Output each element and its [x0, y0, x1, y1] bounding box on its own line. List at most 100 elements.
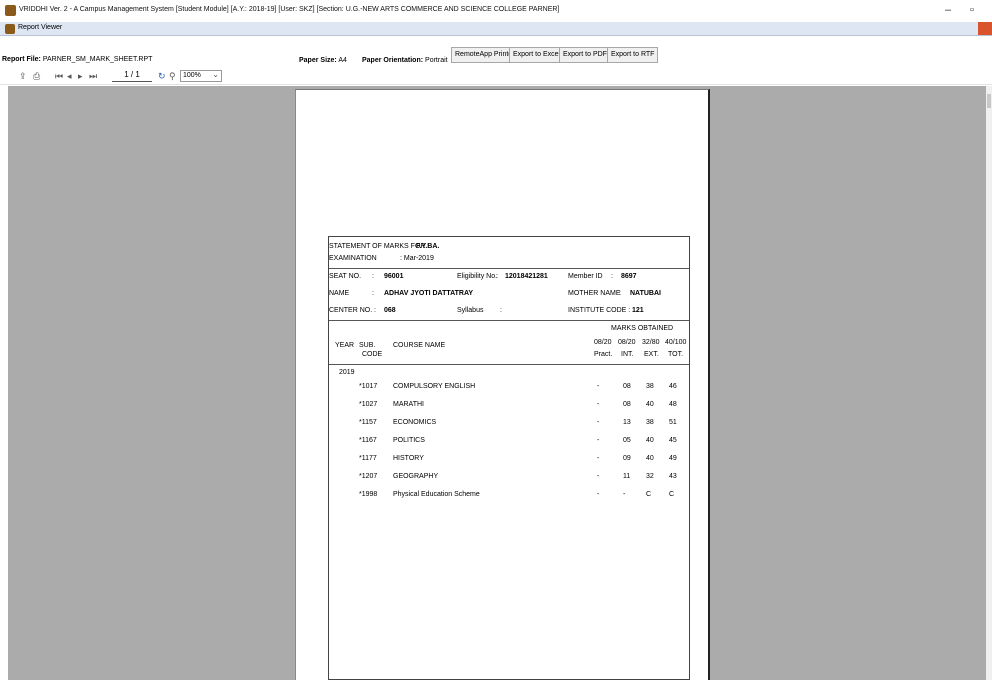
sub-code: *1998 [359, 491, 378, 498]
mother-name-value: NATUBAI [630, 290, 661, 297]
divider [329, 364, 689, 365]
prev-page-icon[interactable]: ◂ [67, 71, 72, 82]
seat-label: SEAT NO. [329, 273, 362, 280]
int-marks: 08 [623, 401, 631, 408]
tot-marks: 43 [669, 473, 677, 480]
prac-marks: - [597, 419, 600, 426]
ext-header: EXT. [644, 351, 659, 358]
zoom-value: 100% [183, 72, 201, 79]
app-logo-icon [5, 5, 16, 16]
course-name: Physical Education Scheme [393, 491, 480, 498]
prac-marks: - [597, 455, 600, 462]
max-prac: 08/20 [594, 339, 612, 346]
vertical-scrollbar[interactable] [986, 86, 992, 680]
export-pdf-button[interactable]: Export to PDF [559, 47, 611, 63]
seat-colon: : [372, 273, 374, 280]
course-name: GEOGRAPHY [393, 473, 439, 480]
ext-marks: 32 [646, 473, 654, 480]
report-file-label: Report File: [2, 56, 41, 63]
eligibility-label: Eligibility No. [457, 273, 498, 280]
name-value: ADHAV JYOTI DATTATRAY [384, 290, 474, 297]
paper-orientation-value: Portrait [425, 57, 448, 64]
tot-marks: 51 [669, 419, 677, 426]
int-marks: 13 [623, 419, 631, 426]
ext-marks: 38 [646, 419, 654, 426]
prac-marks: - [597, 401, 600, 408]
maximize-button[interactable]: ▫ [970, 4, 974, 16]
prac-marks: - [597, 491, 600, 498]
mark-sheet: STATEMENT OF MARKS FOR : F.Y.BA. EXAMINA… [328, 236, 690, 680]
eligibility-value: 12018421281 [505, 273, 548, 280]
tot-header: TOT. [668, 351, 684, 358]
int-marks: 11 [623, 473, 631, 480]
sub-code: *1017 [359, 383, 378, 390]
name-colon: : [372, 290, 374, 297]
institute-code-label: INSTITUTE CODE : [568, 307, 631, 314]
ext-marks: 40 [646, 455, 654, 462]
max-ext: 32/80 [642, 339, 660, 346]
paper-size-value: A4 [338, 57, 347, 64]
paper-orientation: Paper Orientation: Portrait [362, 57, 448, 64]
ext-marks: 38 [646, 383, 654, 390]
divider [329, 320, 689, 321]
int-header: INT. [621, 351, 634, 358]
tot-marks: 46 [669, 383, 677, 390]
ext-marks: 40 [646, 437, 654, 444]
sub-code: *1157 [359, 419, 377, 426]
divider [329, 268, 689, 269]
examination-label: EXAMINATION [329, 255, 377, 262]
refresh-icon[interactable]: ↻ [158, 71, 166, 82]
pract-header: Pract. [594, 351, 613, 358]
statement-label: STATEMENT OF MARKS FOR : [329, 243, 430, 250]
center-value: 068 [384, 307, 396, 314]
prac-marks: - [597, 473, 600, 480]
window-title: VRIDDHI Ver. 2 - A Campus Management Sys… [19, 6, 560, 13]
last-page-icon[interactable]: ⏭ [89, 71, 97, 82]
print-icon[interactable]: ⎙ [33, 71, 40, 82]
member-id-colon: : [611, 273, 613, 280]
paper-orientation-label: Paper Orientation: [362, 57, 424, 64]
sub-code: *1177 [359, 455, 377, 462]
binoculars-icon[interactable]: ⚲ [169, 71, 176, 82]
member-id-value: 8697 [621, 273, 637, 280]
institute-code-value: 121 [632, 307, 644, 314]
seat-value: 96001 [384, 273, 404, 280]
first-page-icon[interactable]: ⏮ [55, 71, 63, 82]
mother-name-label: MOTHER NAME [568, 290, 621, 297]
code-header: CODE [362, 351, 383, 358]
ext-marks: C [646, 491, 652, 498]
member-id-label: Member ID [568, 273, 603, 280]
year-header: YEAR [335, 342, 355, 349]
eligibility-colon: : [496, 273, 498, 280]
report-info-bar: Report File: PARNER_SM_MARK_SHEET.RPT Pa… [0, 36, 992, 68]
prac-marks: - [597, 383, 600, 390]
next-page-icon[interactable]: ▸ [78, 71, 83, 82]
examination-value: : Mar-2019 [400, 255, 434, 262]
year-value: 2019 [339, 369, 355, 376]
class-value: F.Y.BA. [416, 243, 440, 250]
tot-marks: C [669, 491, 675, 498]
int-marks: 08 [623, 383, 631, 390]
course-name: POLITICS [393, 437, 425, 444]
course-name-header: COURSE NAME [393, 342, 446, 349]
export-rtf-button[interactable]: Export to RTF [607, 47, 659, 63]
report-viewer-bar: Report Viewer [0, 22, 992, 36]
page-number-input[interactable]: 1 / 1 [112, 70, 152, 82]
sub-header: SUB. [359, 342, 376, 349]
prac-marks: - [597, 437, 600, 444]
minimize-button[interactable]: – [945, 4, 951, 16]
sub-code: *1207 [359, 473, 378, 480]
course-name: HISTORY [393, 455, 424, 462]
center-colon: : [374, 307, 376, 314]
title-bar: VRIDDHI Ver. 2 - A Campus Management Sys… [0, 0, 992, 22]
tot-marks: 49 [669, 455, 677, 462]
close-button[interactable] [978, 22, 992, 35]
scrollbar-thumb[interactable] [987, 94, 991, 108]
sub-code: *1167 [359, 437, 377, 444]
export-icon[interactable]: ⇪ [19, 71, 27, 82]
report-file-value: PARNER_SM_MARK_SHEET.RPT [42, 56, 153, 63]
zoom-select[interactable]: 100% ⌄ [180, 70, 222, 82]
export-excel-button[interactable]: Export to Excel [509, 47, 565, 63]
course-name: ECONOMICS [393, 419, 437, 426]
tot-marks: 45 [669, 437, 677, 444]
